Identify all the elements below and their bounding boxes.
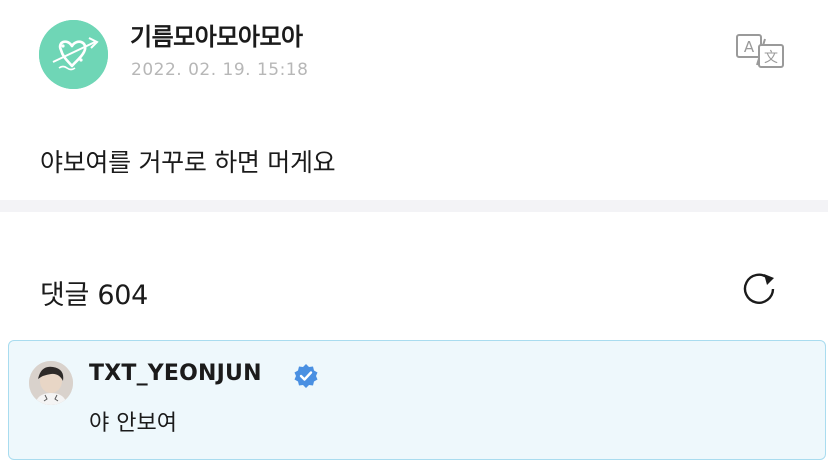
comment-text: 야 안보여 <box>89 411 177 436</box>
highlighted-comment[interactable]: TXT_YEONJUN 야 안보여 <box>8 340 826 460</box>
post-header: 기름모아모아모아 2022. 02. 19. 15:18 A 文 <box>0 0 828 120</box>
post-author-name[interactable]: 기름모아모아모아 <box>130 17 303 52</box>
section-divider <box>0 200 828 212</box>
translate-button[interactable]: A 文 <box>735 33 785 69</box>
post-timestamp: 2022. 02. 19. 15:18 <box>131 60 309 80</box>
heart-doodle-icon <box>39 20 108 89</box>
author-avatar[interactable] <box>39 20 108 89</box>
translate-icon: A 文 <box>736 34 784 68</box>
comment-author-name[interactable]: TXT_YEONJUN <box>89 361 262 386</box>
comments-count-header: 댓글 604 <box>40 280 148 311</box>
verified-badge-icon <box>293 363 319 389</box>
refresh-icon <box>743 273 775 304</box>
svg-text:A: A <box>744 38 755 56</box>
profile-photo-icon <box>29 361 73 405</box>
svg-text:文: 文 <box>764 50 778 66</box>
post-body-text: 야보여를 거꾸로 하면 머게요 <box>40 148 336 177</box>
comment-author-avatar[interactable] <box>29 361 73 405</box>
refresh-button[interactable] <box>740 271 780 307</box>
